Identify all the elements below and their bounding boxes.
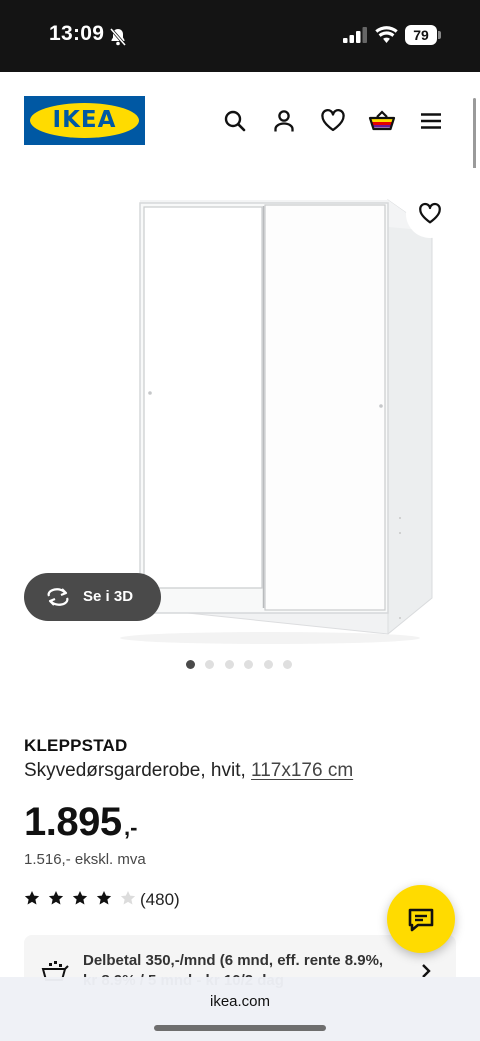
status-bar: 13:09 79 xyxy=(0,0,480,72)
signal-icon xyxy=(343,27,368,48)
star-filled-icon xyxy=(72,890,88,911)
logo-text: IKEA xyxy=(52,107,117,133)
ikea-logo[interactable]: IKEA xyxy=(24,96,145,145)
search-icon[interactable] xyxy=(222,108,248,134)
star-filled-icon xyxy=(24,890,40,911)
gallery-dot[interactable] xyxy=(186,660,195,669)
gallery-dot[interactable] xyxy=(283,660,292,669)
browser-url[interactable]: ikea.com xyxy=(0,993,480,1010)
wifi-icon xyxy=(375,26,398,49)
bell-mute-icon xyxy=(108,27,128,52)
wishlist-button[interactable] xyxy=(406,190,454,238)
price-suffix: ,- xyxy=(124,815,138,840)
browser-address-bar[interactable]: ikea.com xyxy=(0,977,480,1041)
account-icon[interactable] xyxy=(271,108,297,134)
gallery-dot[interactable] xyxy=(244,660,253,669)
price-ex-vat: 1.516,- ekskl. mva xyxy=(24,851,146,868)
price: 1.895 xyxy=(24,800,122,844)
star-filled-icon xyxy=(96,890,112,911)
menu-icon[interactable] xyxy=(418,108,444,134)
heart-icon[interactable] xyxy=(320,108,346,134)
battery-nub xyxy=(438,31,441,39)
gallery-dot[interactable] xyxy=(205,660,214,669)
gallery-dot[interactable] xyxy=(264,660,273,669)
heart-icon xyxy=(418,202,442,231)
gallery-dot[interactable] xyxy=(225,660,234,669)
finance-text: Delbetal 350,-/mnd (6 mnd, eff. rente 8.… xyxy=(83,952,384,969)
product-description: Skyvedørsgarderobe, hvit, 117x176 cm xyxy=(24,760,353,782)
star-empty-icon xyxy=(120,890,136,911)
review-count[interactable]: (480) xyxy=(140,890,180,910)
status-time: 13:09 xyxy=(49,22,105,45)
product-measurement-link[interactable]: 117x176 cm xyxy=(251,760,353,781)
star-filled-icon xyxy=(48,890,64,911)
product-description-text: Skyvedørsgarderobe, hvit, xyxy=(24,760,246,781)
basket-icon[interactable] xyxy=(368,108,396,134)
view-in-3d-button[interactable]: Se i 3D xyxy=(24,573,161,621)
home-indicator[interactable] xyxy=(154,1025,326,1031)
site-header: IKEA xyxy=(0,72,480,168)
chat-icon xyxy=(408,908,434,932)
chat-button[interactable] xyxy=(387,885,455,953)
product-name: KLEPPSTAD xyxy=(24,736,128,755)
view-in-3d-label: Se i 3D xyxy=(83,588,134,605)
battery-icon: 79 xyxy=(405,25,437,45)
rotate-3d-icon xyxy=(44,585,72,613)
